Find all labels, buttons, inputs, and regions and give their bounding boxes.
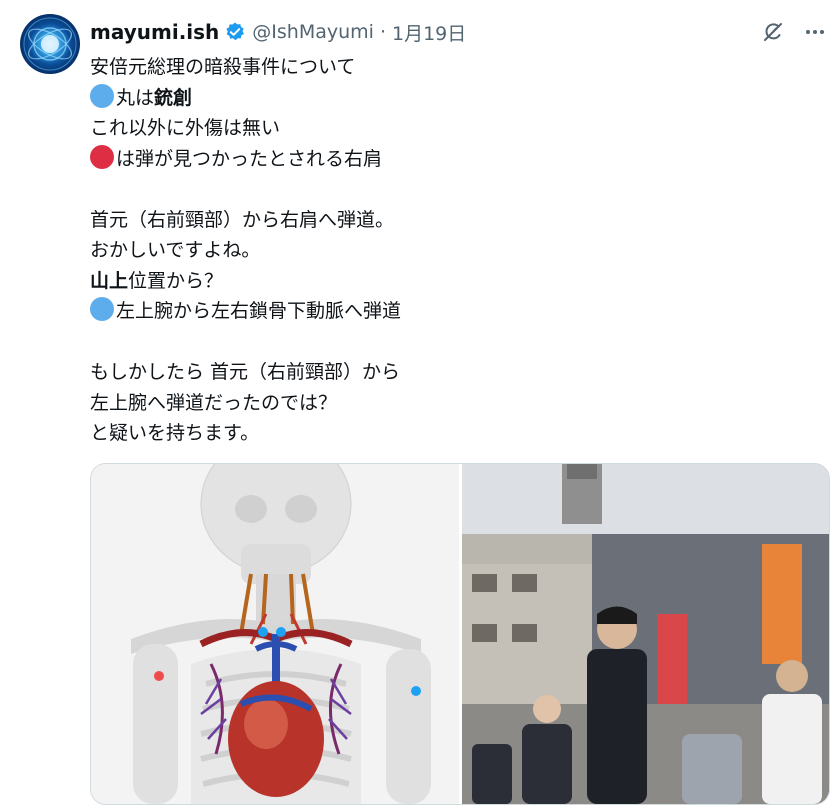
tweet-text-line: これ以外に外傷は無い (90, 113, 810, 144)
display-name[interactable]: mayumi.ish (90, 20, 219, 44)
news-photo[interactable] (462, 464, 829, 804)
tweet-text: 安倍元総理の暗殺事件について丸は銃創これ以外に外傷は無いは弾が見つかったとされる… (90, 52, 810, 449)
tweet-text-line: 左上腕から左右鎖骨下動脈へ弾道 (90, 296, 810, 327)
text-run: 山上 (90, 269, 129, 292)
text-run: おかしいですよね。 (90, 239, 261, 261)
tweet-text-line: 左上腕へ弾道だったのでは？ (90, 388, 810, 419)
tweet-text-line: 安倍元総理の暗殺事件について (90, 52, 810, 83)
tweet-header: mayumi.ish @IshMayumi · 1月19日 (90, 18, 466, 46)
user-handle[interactable]: @IshMayumi (252, 21, 374, 43)
text-run: 銃創 (154, 86, 193, 109)
tweet-text-line: は弾が見つかったとされる右肩 (90, 144, 810, 175)
tweet-text-line: もしかしたら 首元（右前頸部）から (90, 357, 810, 388)
header-separator: · (379, 21, 386, 43)
more-icon[interactable] (803, 20, 827, 44)
text-run: 左上腕から左右鎖骨下動脈へ弾道 (116, 300, 402, 322)
blue-circle-icon (90, 83, 114, 108)
red-circle-icon (90, 144, 114, 169)
text-run: 首元（右前頸部）から右肩へ弾道。 (90, 208, 395, 231)
grok-icon[interactable] (761, 20, 785, 44)
text-run: もしかしたら 首元（右前頸部）から (90, 361, 401, 383)
text-run: 左上腕へ弾道だったのでは？ (90, 391, 338, 414)
anatomy-image[interactable] (91, 464, 459, 804)
tweet-text-line: 丸は銃創 (90, 83, 810, 114)
tweet-actions-top (761, 20, 827, 44)
tweet-date[interactable]: 1月19日 (392, 19, 466, 46)
tweet-media[interactable] (90, 463, 830, 805)
tweet-text-line: 首元（右前頸部）から右肩へ弾道。 (90, 205, 810, 236)
text-run: 位置から？ (128, 269, 224, 292)
tweet-text-line: 山上位置から？ (90, 266, 810, 297)
text-run: と疑いを持ちます。 (90, 422, 260, 444)
avatar[interactable] (20, 14, 80, 74)
blue-circle-icon (90, 297, 114, 321)
text-run: 丸は (116, 86, 155, 109)
tweet-text-line: と疑いを持ちます。 (90, 418, 810, 449)
text-run: は弾が見つかったとされる右肩 (116, 147, 383, 170)
text-run: これ以外に外傷は無い (90, 117, 281, 139)
verified-badge-icon (224, 21, 246, 43)
text-run: 安倍元総理の暗殺事件について (90, 56, 356, 78)
tweet-text-line: おかしいですよね。 (90, 235, 810, 266)
